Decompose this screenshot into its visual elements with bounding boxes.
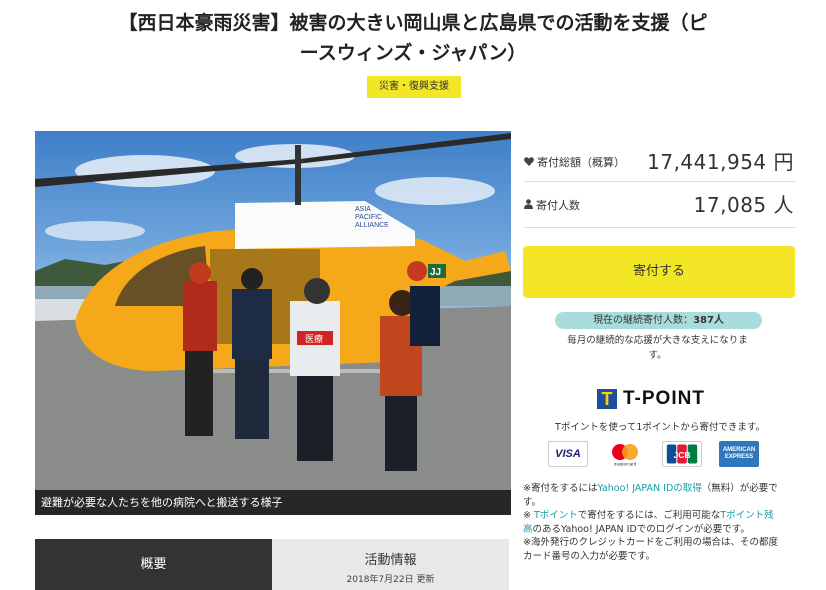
page-title: 【西日本豪雨災害】被害の大きい岡山県と広島県での活動を支援（ピ ースウィンズ・ジ… xyxy=(60,8,766,68)
stats-divider-2 xyxy=(524,227,796,228)
heli-logo-text-1: ASIA xyxy=(355,206,371,213)
donate-button[interactable]: 寄付する xyxy=(523,246,795,298)
monthly-donor-count: 387人 xyxy=(693,315,724,326)
project-photo: ASIA PACIFIC ALLIANCE JJ 医療 避難が必要な人たちを他の… xyxy=(35,131,511,515)
monthly-note-line-2: す。 xyxy=(648,350,667,361)
page-title-line-2: ースウィンズ・ジャパン） xyxy=(299,42,527,64)
category-badge[interactable]: 災害・復興支援 xyxy=(367,76,461,98)
tab-activity-info[interactable]: 活動情報 2018年7月22日 更新 xyxy=(272,539,509,590)
heart-icon xyxy=(524,156,534,169)
monthly-note: 毎月の継続的な応援が大きな支えになりま す。 xyxy=(555,333,760,363)
stats-divider xyxy=(524,181,796,182)
amex-line-2: EXPRESS xyxy=(724,454,754,460)
mastercard-wordmark: mastercard xyxy=(614,462,637,467)
tpoint-balance-link[interactable]: Tポイント残 xyxy=(720,510,773,521)
tail-logo-text: JJ xyxy=(430,267,441,278)
donation-notes: ※寄付をするにはYahoo! JAPAN IDの取得（無料）が必要で す。 ※ … xyxy=(523,482,799,563)
yahoo-id-link[interactable]: Yahoo! JAPAN IDの取得 xyxy=(597,483,701,494)
donor-count-label: 寄付人数 xyxy=(536,199,580,212)
tpoint-name: T-POINT xyxy=(623,388,705,409)
amex-icon: AMERICAN EXPRESS xyxy=(719,441,759,467)
person-icon xyxy=(524,198,533,212)
jcb-icon: JCB xyxy=(662,441,702,467)
helicopter-rescue-illustration: ASIA PACIFIC ALLIANCE JJ 医療 xyxy=(35,133,511,515)
donor-count-row: 寄付人数 17,085 人 xyxy=(524,189,796,219)
tpoint-logo: T T-POINT xyxy=(597,388,705,410)
vest-text: 医療 xyxy=(305,333,323,345)
heli-logo-text-3: ALLIANCE xyxy=(355,222,389,229)
note-tpoint: ※ Tポイントで寄付をするには、ご利用可能なTポイント残 xyxy=(523,510,774,521)
total-donation-label: 寄付総額（概算） xyxy=(537,156,625,169)
total-donation-value: 17,441,954 円 xyxy=(647,150,794,174)
total-donation-row: 寄付総額（概算） 17,441,954 円 xyxy=(524,146,796,176)
tpoint-link[interactable]: Tポイント xyxy=(534,510,578,521)
visa-icon: VISA xyxy=(548,441,588,467)
tab-activity-label: 活動情報 xyxy=(364,553,417,568)
note-yahoo-id: ※寄付をするにはYahoo! JAPAN IDの取得（無料）が必要で xyxy=(523,483,778,494)
note-foreign-card: ※海外発行のクレジットカードをご利用の場合は、その都度 xyxy=(523,537,778,548)
payment-cards: VISA mastercard JCB AMERICAN EXPRESS xyxy=(548,441,759,467)
tpoint-balance-link-cont[interactable]: 高 xyxy=(523,524,533,535)
monthly-donor-badge: 現在の継続寄付人数：387人 xyxy=(555,312,762,329)
tab-activity-date: 2018年7月22日 更新 xyxy=(346,575,435,585)
page-title-line-1: 【西日本豪雨災害】被害の大きい岡山県と広島県での活動を支援（ピ xyxy=(118,12,708,34)
monthly-note-line-1: 毎月の継続的な応援が大きな支えになりま xyxy=(567,335,748,346)
photo-caption: 避難が必要な人たちを他の病院へと搬送する様子 xyxy=(35,490,511,515)
tab-overview[interactable]: 概要 xyxy=(35,539,272,590)
mastercard-icon: mastercard xyxy=(605,441,645,467)
amex-line-1: AMERICAN xyxy=(722,447,756,453)
tpoint-description: Tポイントを使って1ポイントから寄付できます。 xyxy=(555,422,765,433)
donor-count-value: 17,085 人 xyxy=(693,193,794,217)
heli-logo-text-2: PACIFIC xyxy=(355,214,382,221)
note-foreign-card-2: カード番号の入力が必要です。 xyxy=(523,550,656,562)
monthly-donor-label: 現在の継続寄付人数： xyxy=(593,315,694,326)
jcb-wordmark: JCB xyxy=(673,450,690,460)
tpoint-mark-icon: T xyxy=(597,389,617,409)
